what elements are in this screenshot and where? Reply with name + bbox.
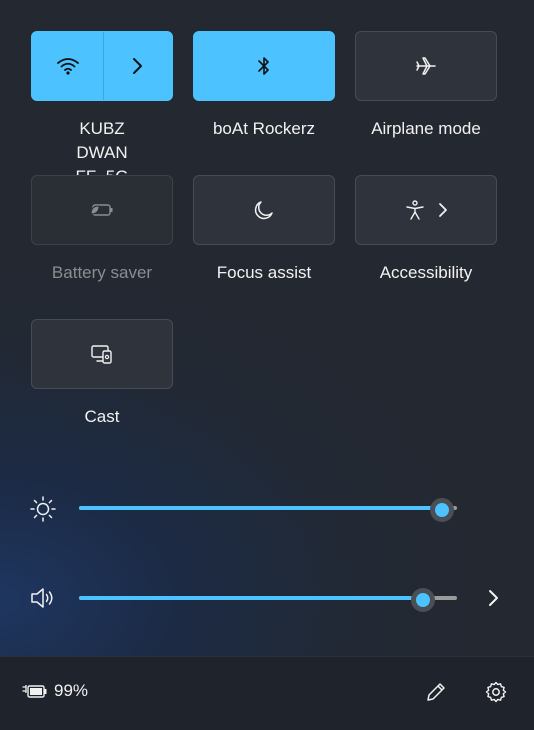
cast-tile[interactable] [31, 319, 173, 389]
battery-percent: 99% [54, 681, 89, 700]
chevron-right-icon [131, 57, 143, 75]
bluetooth-icon [257, 55, 271, 77]
brightness-slider-thumb[interactable] [430, 498, 454, 522]
battery-saver-tile-label: Battery saver [51, 263, 153, 282]
battery-status[interactable]: 99% [22, 681, 88, 701]
airplane-icon [414, 55, 438, 77]
focus-assist-tile[interactable] [193, 175, 335, 245]
battery-saver-tile[interactable] [31, 175, 173, 245]
battery-charging-icon [22, 682, 48, 700]
volume-slider-fill [79, 596, 423, 600]
pencil-icon[interactable] [423, 679, 449, 705]
cast-icon [90, 343, 114, 365]
cast-tile-label: Cast [84, 407, 120, 426]
brightness-slider-fill [79, 506, 442, 510]
airplane-mode-tile[interactable] [355, 31, 497, 101]
accessibility-tile[interactable] [355, 175, 497, 245]
chevron-right-icon [438, 202, 448, 218]
wifi-expand-button[interactable] [101, 32, 172, 100]
speaker-icon[interactable] [29, 585, 57, 611]
wifi-icon [56, 56, 80, 76]
bluetooth-tile-label: boAt Rockerz [212, 119, 316, 138]
accessibility-icon [404, 199, 426, 221]
moon-icon [253, 199, 275, 221]
wifi-tile [31, 31, 173, 101]
footer-bar: 99% [0, 656, 534, 730]
volume-slider-thumb[interactable] [411, 588, 435, 612]
wifi-toggle-button[interactable] [32, 32, 104, 100]
brightness-slider[interactable] [79, 506, 457, 510]
battery-saver-icon [89, 202, 115, 218]
gear-icon[interactable] [483, 679, 509, 705]
volume-slider[interactable] [79, 596, 457, 600]
audio-output-chevron-icon[interactable] [484, 587, 502, 609]
airplane-mode-tile-label: Airplane mode [371, 119, 481, 138]
accessibility-tile-label: Accessibility [379, 263, 473, 282]
sun-icon [29, 495, 57, 523]
bluetooth-tile[interactable] [193, 31, 335, 101]
focus-assist-tile-label: Focus assist [216, 263, 312, 282]
